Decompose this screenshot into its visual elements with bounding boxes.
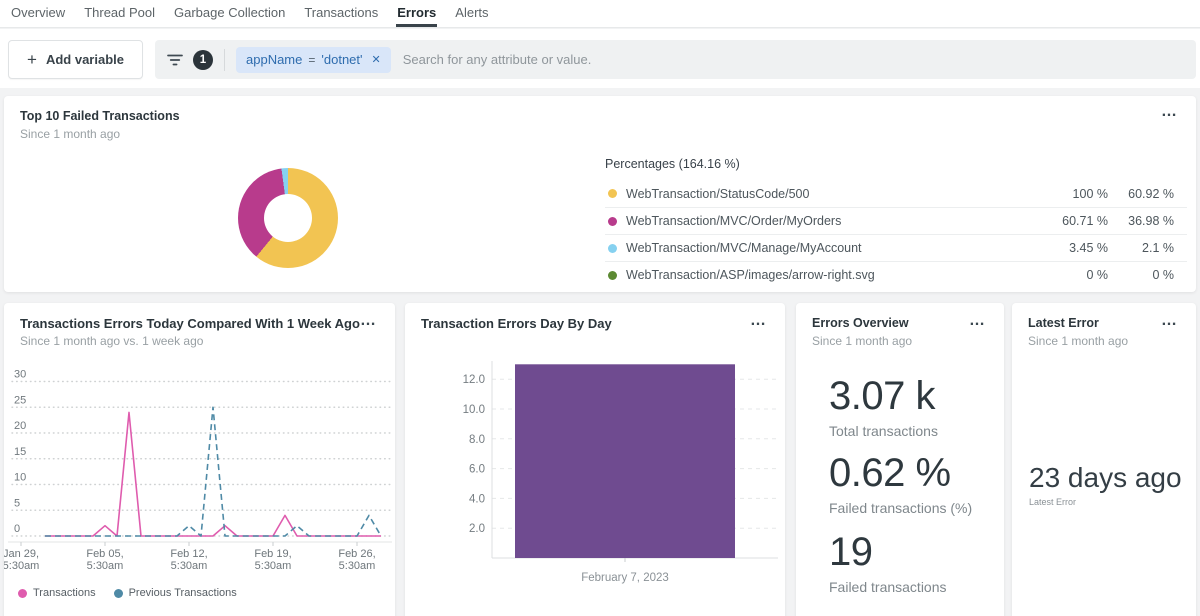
panel-menu-icon[interactable]: … [1161, 102, 1178, 122]
panel-errors-overview: Errors Overview Since 1 month ago … 3.07… [796, 303, 1004, 616]
latest-error-value: 23 days ago [1029, 461, 1182, 495]
stat-value: 0.62 % [829, 450, 972, 496]
donut-chart[interactable] [238, 168, 338, 268]
tab-errors[interactable]: Errors [396, 0, 437, 27]
svg-text:5:30am: 5:30am [87, 560, 124, 572]
svg-text:6.0: 6.0 [469, 464, 485, 476]
legend-table-header: Percentages (164.16 %) [605, 154, 1187, 180]
bar-chart[interactable]: 2.0 4.0 6.0 8.0 10.0 12.0 February 7, 2023 [405, 341, 785, 616]
table-row[interactable]: WebTransaction/MVC/Order/MyOrders 60.71 … [605, 207, 1187, 234]
stat-value: 3.07 k [829, 373, 938, 419]
panel-subtitle: Since 1 month ago [812, 334, 988, 348]
svg-text:5:30am: 5:30am [255, 560, 292, 572]
panel-latest-error: Latest Error Since 1 month ago … 23 days… [1012, 303, 1196, 616]
tab-transactions[interactable]: Transactions [303, 0, 379, 27]
stat-failed-transactions-pct: 0.62 % Failed transactions (%) [829, 450, 972, 520]
line-chart-legend: Transactions Previous Transactions [18, 587, 237, 599]
filter-funnel-icon[interactable] [167, 53, 183, 67]
panel-menu-icon[interactable]: … [1161, 311, 1178, 331]
tab-alerts[interactable]: Alerts [454, 0, 489, 27]
series-color-dot [18, 589, 27, 598]
dashboard-screen: Overview Thread Pool Garbage Collection … [0, 0, 1200, 616]
series-color-dot [608, 244, 617, 253]
stat-label: Failed transactions [829, 575, 947, 599]
filter-divider [224, 49, 225, 71]
svg-text:5:30am: 5:30am [4, 560, 39, 572]
svg-text:Feb 26,: Feb 26, [338, 548, 375, 560]
filter-row: + Add variable 1 appName = 'dotnet' ✕ Se… [0, 29, 1200, 88]
panel-top10-failed-transactions: Top 10 Failed Transactions Since 1 month… [4, 96, 1196, 292]
filter-search-input[interactable]: 1 appName = 'dotnet' ✕ Search for any at… [155, 40, 1196, 79]
panel-title: Latest Error [1028, 316, 1180, 331]
panel-title: Transaction Errors Day By Day [421, 316, 769, 331]
chip-attribute: appName [246, 52, 302, 67]
filter-chip-appname[interactable]: appName = 'dotnet' ✕ [236, 47, 391, 73]
svg-text:February 7, 2023: February 7, 2023 [581, 572, 669, 584]
stat-value: 19 [829, 529, 947, 575]
svg-text:12.0: 12.0 [463, 374, 485, 386]
svg-text:25: 25 [14, 394, 26, 406]
table-row[interactable]: WebTransaction/ASP/images/arrow-right.sv… [605, 261, 1187, 288]
svg-text:10: 10 [14, 472, 26, 484]
svg-text:15: 15 [14, 446, 26, 458]
panel-menu-icon[interactable]: … [750, 311, 767, 331]
svg-text:5: 5 [14, 497, 20, 509]
line-chart[interactable]: 051015202530Jan 29,5:30amFeb 05,5:30amFe… [4, 358, 395, 580]
svg-text:5:30am: 5:30am [339, 560, 376, 572]
series-color-dot [608, 217, 617, 226]
latest-error-label: Latest Error [1029, 497, 1076, 507]
chip-close-icon[interactable]: ✕ [372, 53, 381, 66]
stat-label: Total transactions [829, 419, 938, 443]
panel-title: Top 10 Failed Transactions [20, 109, 1180, 124]
svg-text:30: 30 [14, 369, 26, 381]
panel-transactions-errors-compared: Transactions Errors Today Compared With … [4, 303, 395, 616]
tab-garbage-collection[interactable]: Garbage Collection [173, 0, 286, 27]
series-color-dot [608, 271, 617, 280]
svg-text:Feb 19,: Feb 19, [254, 548, 291, 560]
series-color-dot [608, 189, 617, 198]
chip-operator: = [308, 53, 315, 67]
svg-text:2.0: 2.0 [469, 523, 485, 535]
panel-transaction-errors-day-by-day: Transaction Errors Day By Day … 2.0 4.0 6.… [405, 303, 785, 616]
table-row[interactable]: WebTransaction/StatusCode/500 100 % 60.9… [605, 180, 1187, 207]
tab-overview[interactable]: Overview [10, 0, 66, 27]
tab-thread-pool[interactable]: Thread Pool [83, 0, 156, 27]
svg-text:Feb 12,: Feb 12, [170, 548, 207, 560]
svg-text:10.0: 10.0 [463, 404, 485, 416]
panel-menu-icon[interactable]: … [360, 311, 377, 331]
plus-icon: + [27, 51, 37, 68]
filter-count-badge: 1 [193, 50, 213, 70]
svg-text:5:30am: 5:30am [171, 560, 208, 572]
add-variable-label: Add variable [46, 52, 124, 67]
panel-subtitle: Since 1 month ago [20, 127, 1180, 141]
stat-total-transactions: 3.07 k Total transactions [829, 373, 938, 443]
svg-text:8.0: 8.0 [469, 434, 485, 446]
series-color-dot [114, 589, 123, 598]
svg-text:4.0: 4.0 [469, 493, 485, 505]
svg-text:Jan 29,: Jan 29, [4, 548, 39, 560]
donut-legend-table: Percentages (164.16 %) WebTransaction/St… [605, 154, 1187, 288]
dashboard-tabbar: Overview Thread Pool Garbage Collection … [0, 0, 1200, 28]
legend-item-previous-transactions[interactable]: Previous Transactions [114, 587, 237, 599]
svg-text:0: 0 [14, 523, 20, 535]
panel-title: Transactions Errors Today Compared With … [20, 316, 379, 331]
panel-title: Errors Overview [812, 316, 988, 331]
svg-text:20: 20 [14, 420, 26, 432]
table-row[interactable]: WebTransaction/MVC/Manage/MyAccount 3.45… [605, 234, 1187, 261]
search-placeholder: Search for any attribute or value. [403, 52, 592, 67]
legend-item-transactions[interactable]: Transactions [18, 587, 96, 599]
svg-text:Feb 05,: Feb 05, [86, 548, 123, 560]
add-variable-button[interactable]: + Add variable [8, 40, 143, 79]
panel-menu-icon[interactable]: … [969, 311, 986, 331]
panel-subtitle: Since 1 month ago [1028, 334, 1180, 348]
stat-failed-transactions: 19 Failed transactions [829, 529, 947, 599]
stat-label: Failed transactions (%) [829, 496, 972, 520]
panel-subtitle: Since 1 month ago vs. 1 week ago [20, 334, 379, 348]
chip-value: 'dotnet' [321, 52, 362, 67]
